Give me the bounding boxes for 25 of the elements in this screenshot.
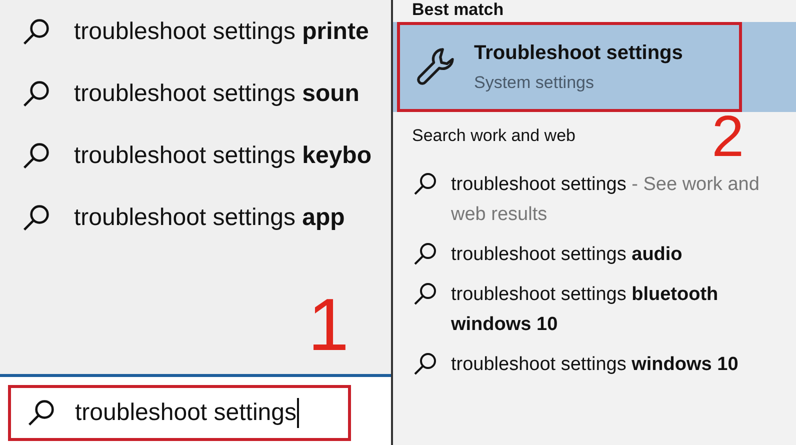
search-field[interactable]: troubleshoot settings <box>8 385 351 441</box>
suggestion-item[interactable]: troubleshoot settings keybo <box>22 136 391 176</box>
section-heading: Search work and web <box>412 125 576 147</box>
suggestion-item[interactable]: troubleshoot settings app <box>22 198 391 238</box>
search-icon <box>413 352 437 376</box>
result-title: Troubleshoot settings <box>474 42 683 64</box>
web-result-item[interactable]: troubleshoot settings audio <box>393 240 783 270</box>
search-icon <box>22 80 50 108</box>
step-number: 1 <box>308 288 349 362</box>
search-icon <box>413 282 437 306</box>
section-heading: Best match <box>412 0 504 21</box>
best-match-item[interactable]: Troubleshoot settings System settings <box>393 22 796 112</box>
search-icon <box>413 172 437 196</box>
web-result-item[interactable]: troubleshoot settings bluetooth windows 10 <box>393 280 783 340</box>
text-cursor <box>297 398 300 428</box>
search-icon <box>27 399 55 427</box>
search-icon <box>22 204 50 232</box>
suggestion-item[interactable]: troubleshoot settings soun <box>22 74 391 114</box>
web-result-item[interactable]: troubleshoot settings - See work and web results <box>393 170 783 230</box>
result-subtitle: System settings <box>474 72 595 92</box>
search-icon <box>413 242 437 266</box>
search-icon <box>22 142 50 170</box>
web-result-item[interactable]: troubleshoot settings windows 10 <box>393 350 783 380</box>
search-icon <box>22 18 50 46</box>
suggestion-item[interactable]: troubleshoot settings printe <box>22 12 391 52</box>
